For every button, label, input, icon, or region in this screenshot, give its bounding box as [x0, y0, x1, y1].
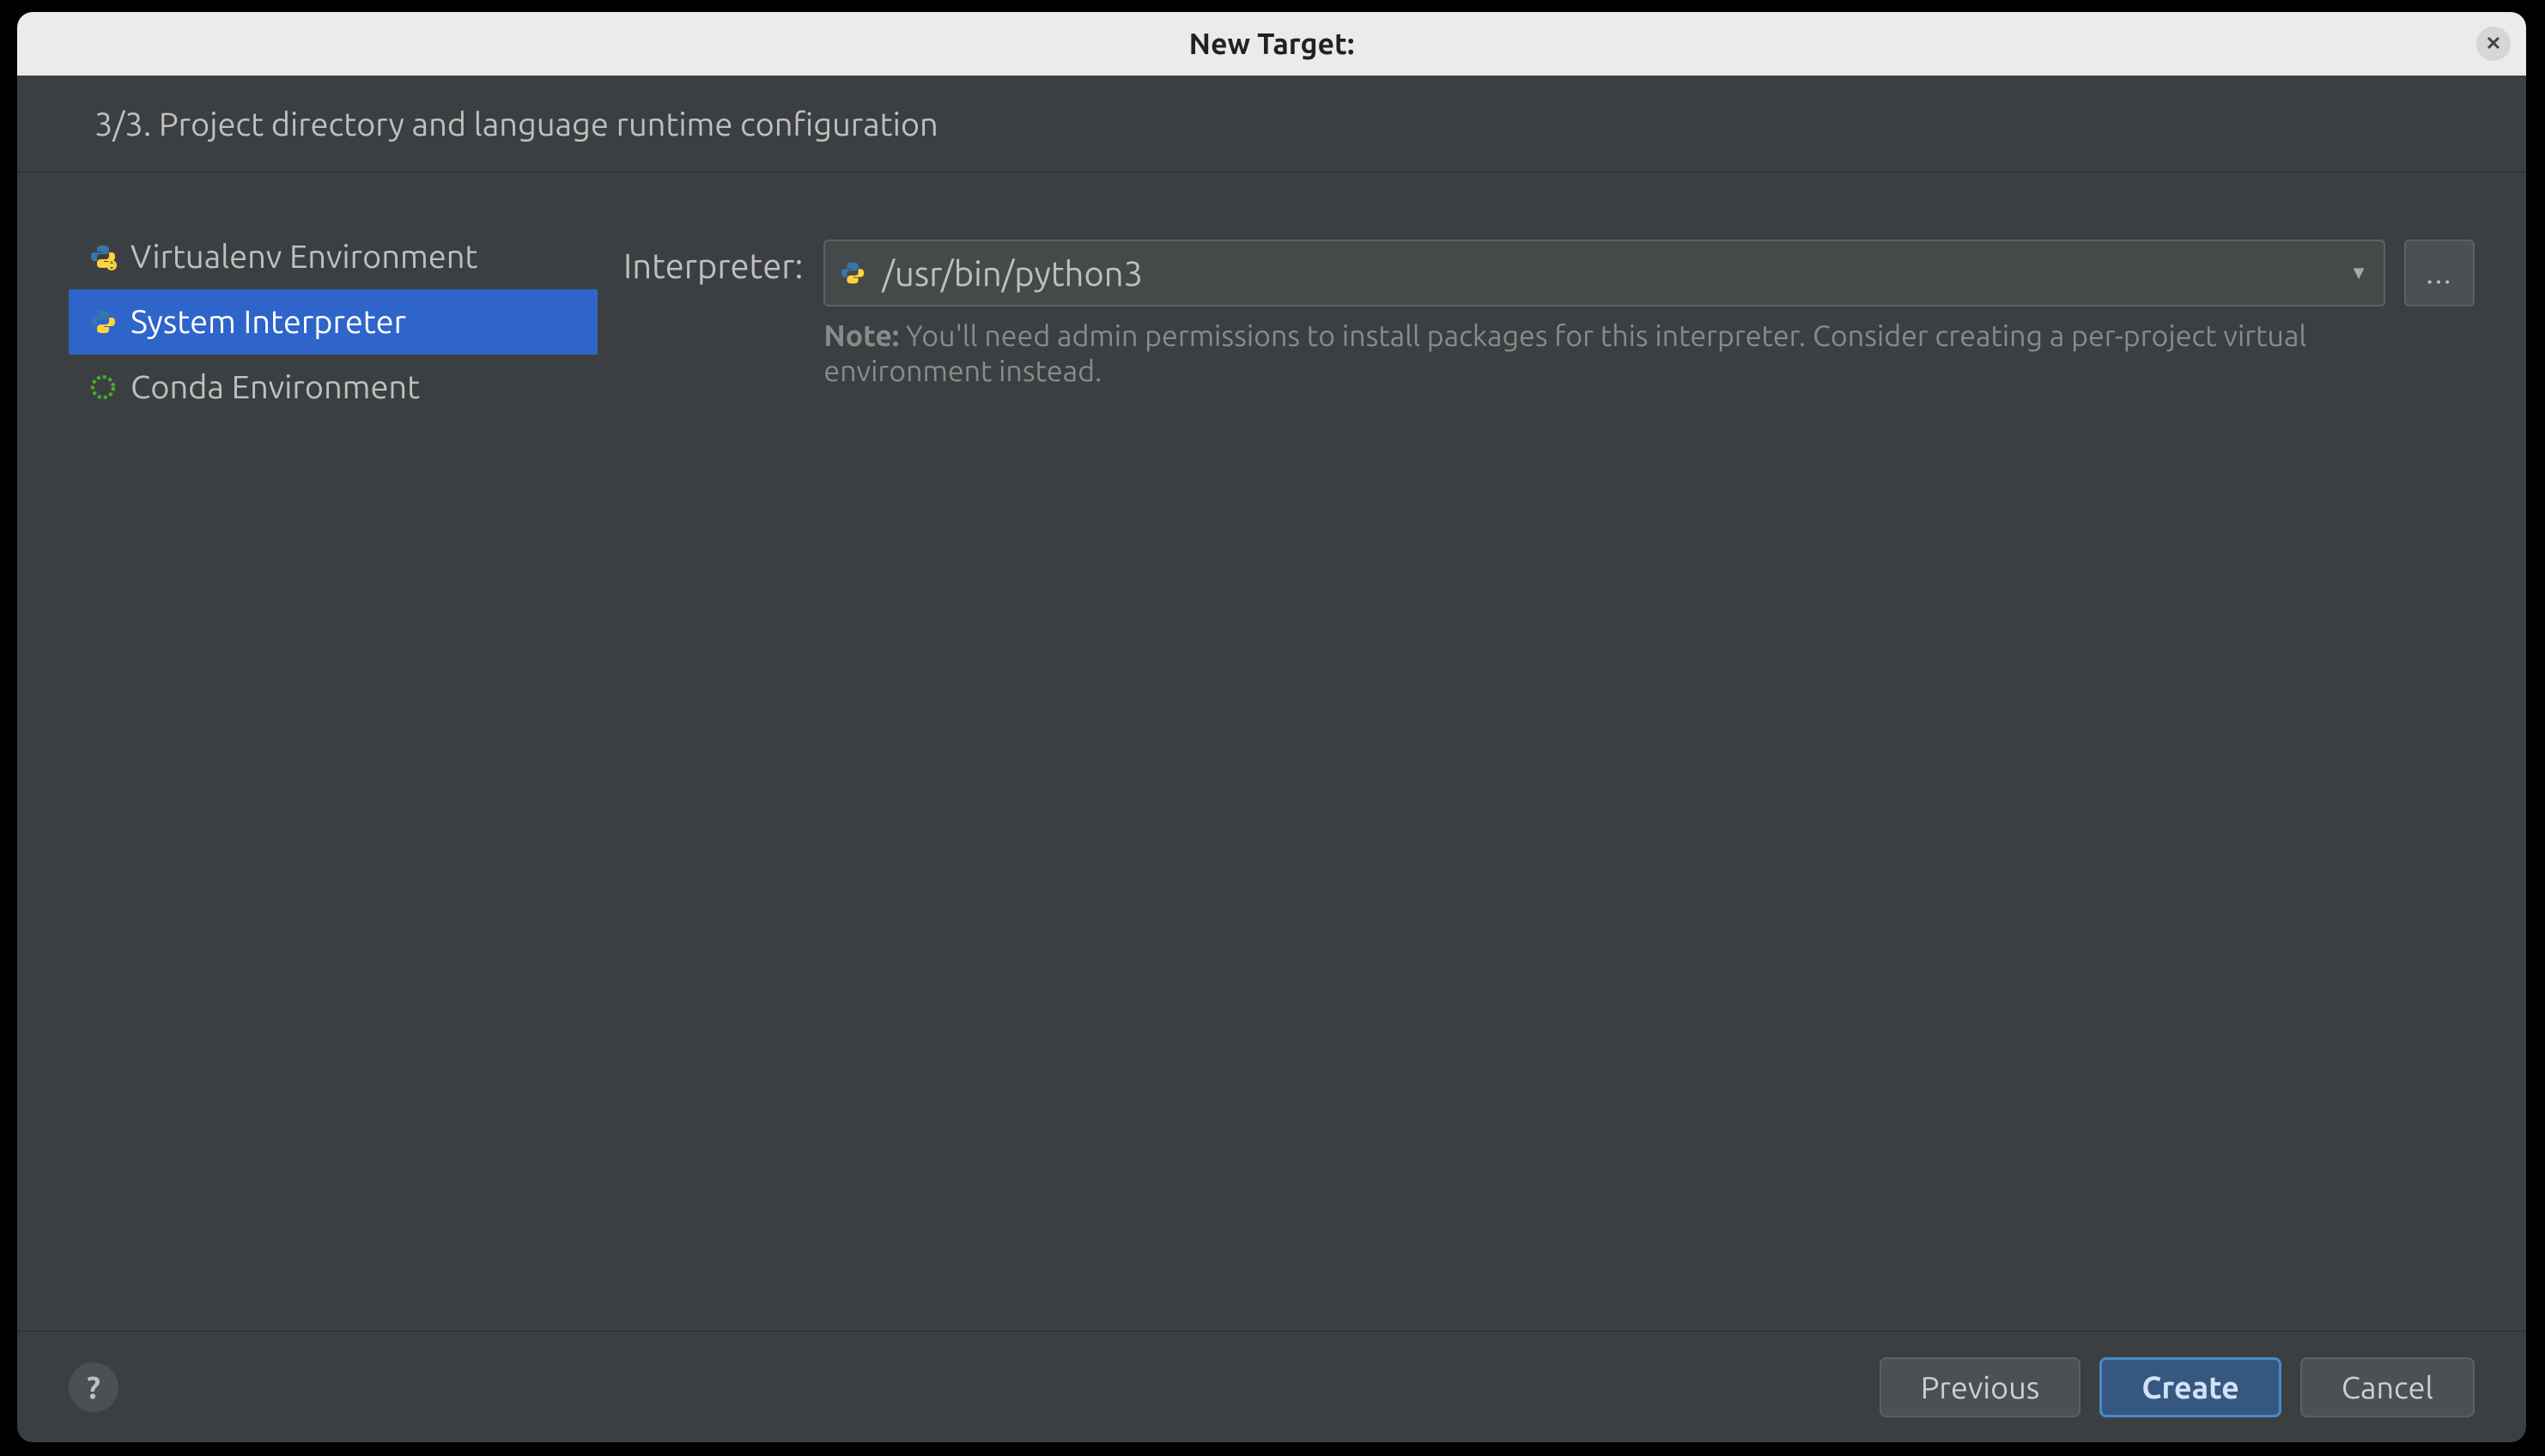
conda-icon	[88, 372, 118, 403]
sidebar-item-label: Conda Environment	[131, 369, 420, 405]
interpreter-type-list: Virtualenv Environment System Interprete…	[69, 224, 598, 1331]
interpreter-field-row: /usr/bin/python3 ▼ ...	[823, 240, 2475, 306]
interpreter-dropdown[interactable]: /usr/bin/python3 ▼	[823, 240, 2385, 306]
content-area: Virtualenv Environment System Interprete…	[17, 173, 2526, 1331]
python-venv-icon	[88, 241, 118, 272]
close-button[interactable]: ✕	[2476, 27, 2511, 61]
interpreter-value: /usr/bin/python3	[882, 254, 1143, 293]
interpreter-field-column: /usr/bin/python3 ▼ ... Note: You'll need…	[823, 240, 2475, 390]
create-label: Create	[2141, 1369, 2239, 1404]
create-button[interactable]: Create	[2099, 1357, 2281, 1417]
dialog-footer: ? Previous Create Cancel	[17, 1331, 2526, 1442]
wizard-step-title: 3/3. Project directory and language runt…	[17, 76, 2526, 173]
help-icon: ?	[87, 1369, 100, 1404]
help-button[interactable]: ?	[69, 1362, 118, 1412]
sidebar-item-label: System Interpreter	[131, 304, 406, 340]
step-title-text: 3/3. Project directory and language runt…	[94, 106, 938, 143]
sidebar-item-virtualenv[interactable]: Virtualenv Environment	[69, 224, 598, 289]
interpreter-label: Interpreter:	[623, 240, 803, 285]
cancel-label: Cancel	[2342, 1369, 2433, 1404]
window-title: New Target:	[1189, 27, 1355, 60]
dialog-window: New Target: ✕ 3/3. Project directory and…	[17, 12, 2526, 1442]
sidebar-item-label: Virtualenv Environment	[131, 239, 477, 275]
note-text: You'll need admin permissions to install…	[823, 319, 2306, 387]
close-icon: ✕	[2486, 33, 2501, 55]
sidebar-item-conda[interactable]: Conda Environment	[69, 355, 598, 420]
previous-label: Previous	[1921, 1369, 2040, 1404]
interpreter-note: Note: You'll need admin permissions to i…	[823, 318, 2475, 390]
ellipsis-icon: ...	[2426, 257, 2452, 289]
sidebar-item-system-interpreter[interactable]: System Interpreter	[69, 289, 598, 355]
python-icon	[88, 306, 118, 337]
note-bold: Note:	[823, 319, 899, 352]
cancel-button[interactable]: Cancel	[2300, 1357, 2475, 1417]
python-icon	[835, 256, 870, 290]
interpreter-form: Interpreter: /usr/bin/python3 ▼	[598, 224, 2475, 1331]
chevron-down-icon: ▼	[2349, 262, 2368, 284]
browse-button[interactable]: ...	[2404, 240, 2475, 306]
previous-button[interactable]: Previous	[1880, 1357, 2081, 1417]
title-bar: New Target: ✕	[17, 12, 2526, 76]
